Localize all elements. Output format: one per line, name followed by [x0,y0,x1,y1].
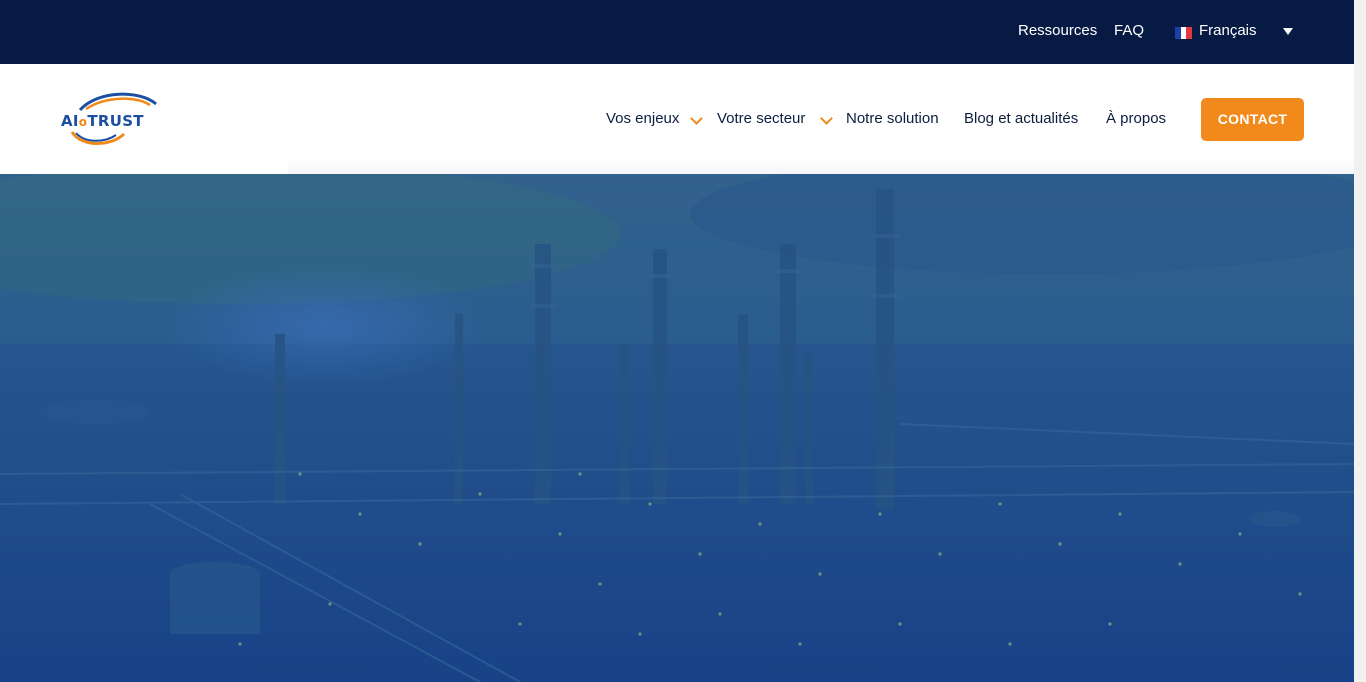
nav-blog-actualites[interactable]: Blog et actualités [964,110,1078,127]
nav-notre-solution[interactable]: Notre solution [846,110,939,127]
chevron-down-icon [820,112,833,125]
nav-label: Blog et actualités [964,110,1079,127]
nav-label: Vos enjeux [606,110,680,127]
nav-label: Votre secteur [717,110,806,127]
nav-label: À propos [1106,110,1167,127]
top-link-ressources[interactable]: Ressources [1018,22,1097,39]
hero-banner [0,174,1354,682]
main-header: AIoTRUST Vos enjeux Votre secteur Notre … [0,64,1354,174]
chevron-down-icon [690,112,703,125]
nav-label: Notre solution [846,110,939,127]
nav-vos-enjeux[interactable]: Vos enjeux [606,110,703,127]
scrollbar[interactable] [1354,0,1366,682]
language-switcher[interactable]: Français [1175,22,1300,42]
nav-votre-secteur[interactable]: Votre secteur [717,110,833,127]
top-link-faq[interactable]: FAQ [1114,22,1144,39]
language-label: Français [1199,22,1257,39]
caret-down-icon [1283,28,1293,35]
top-utility-bar: Ressources FAQ Français [0,0,1354,64]
logo-wordmark: AIoTRUST [61,112,144,130]
aiotrust-logo[interactable]: AIoTRUST [58,90,162,148]
header-divider [288,158,1354,174]
nav-a-propos[interactable]: À propos [1106,110,1166,127]
france-flag-icon [1175,27,1193,39]
refinery-background-image [0,174,1354,682]
contact-button[interactable]: CONTACT [1201,98,1304,141]
